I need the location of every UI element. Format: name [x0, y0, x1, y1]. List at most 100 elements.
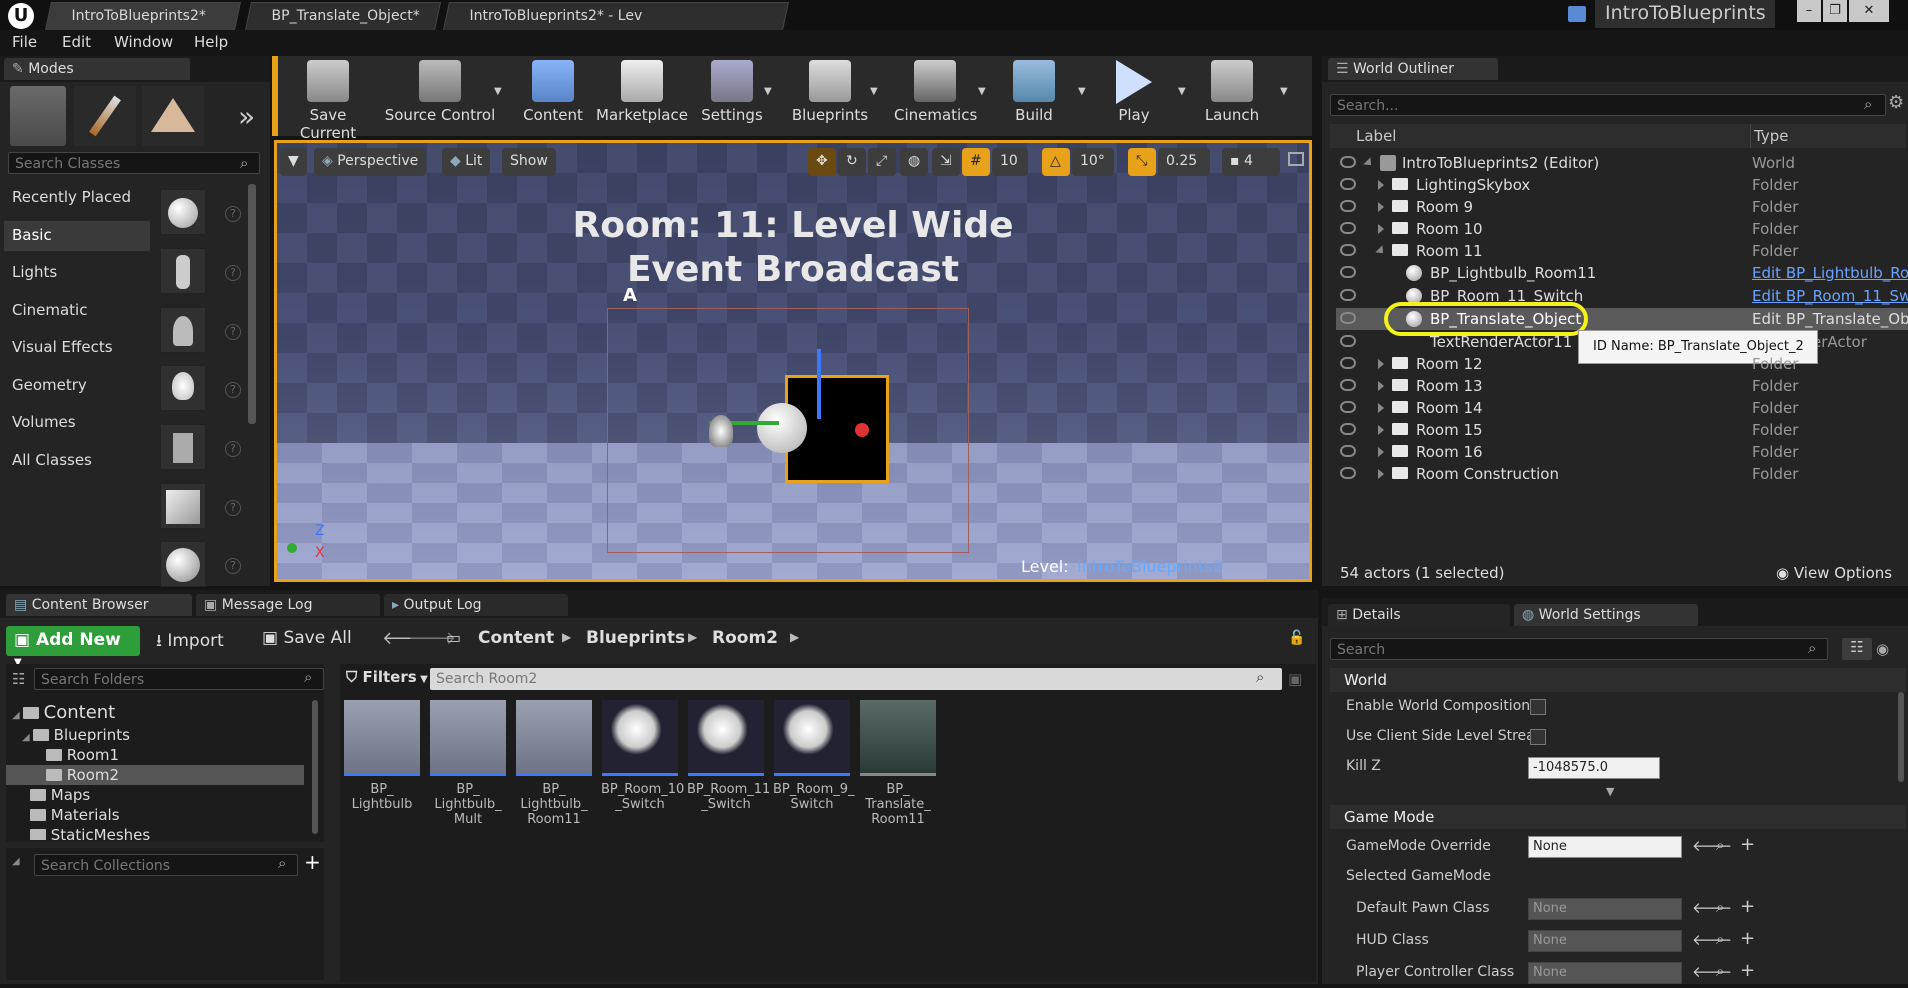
visibility-eye-icon[interactable]: [1340, 222, 1356, 234]
visibility-eye-icon[interactable]: [1340, 379, 1356, 391]
visibility-eye-icon[interactable]: [1340, 401, 1356, 413]
tab-modes[interactable]: ✎ Modes: [4, 58, 190, 80]
help-icon[interactable]: ?: [225, 558, 241, 574]
perspective-button[interactable]: ◈ Perspective: [314, 148, 427, 176]
details-scrollbar[interactable]: [1898, 692, 1904, 782]
category-geometry[interactable]: Geometry: [4, 371, 150, 401]
help-icon[interactable]: ?: [225, 441, 241, 457]
actor-thumb-pawn[interactable]: [160, 307, 206, 353]
scale-snap-value[interactable]: 0.25: [1158, 148, 1210, 176]
scale-mode-icon[interactable]: ⤢: [868, 148, 896, 176]
actor-thumb-point-light[interactable]: [160, 365, 206, 411]
modes-scrollbar[interactable]: [248, 184, 256, 424]
use-selected-arrow-icon[interactable]: 🡐: [1692, 836, 1732, 855]
menu-edit[interactable]: Edit: [62, 33, 91, 51]
property-matrix-icon[interactable]: ☷: [1842, 638, 1872, 660]
breadcrumb-separator-icon[interactable]: ▶: [562, 630, 571, 644]
add-icon[interactable]: +: [1740, 896, 1755, 917]
grid-snap-icon[interactable]: #: [962, 148, 990, 176]
visibility-eye-icon[interactable]: [1340, 178, 1356, 190]
save-current-button[interactable]: Save Current: [282, 60, 374, 142]
column-label[interactable]: Label: [1356, 127, 1396, 145]
use-client-side-checkbox[interactable]: [1530, 729, 1546, 745]
actor-sphere-icon[interactable]: [757, 403, 807, 453]
column-divider[interactable]: [1750, 124, 1751, 148]
maximize-icon[interactable]: ❐: [1823, 0, 1847, 22]
help-icon[interactable]: ?: [225, 206, 241, 222]
visibility-eye-icon[interactable]: [1340, 244, 1356, 256]
use-selected-arrow-icon[interactable]: 🡐: [1692, 898, 1732, 917]
actor-thumb-player-start[interactable]: [160, 424, 206, 470]
outliner-row[interactable]: Room 9 Folder: [1336, 196, 1908, 218]
browse-icon[interactable]: ⌕: [1716, 898, 1724, 916]
expand-arrow-icon[interactable]: [1378, 224, 1384, 234]
place-mode-icon[interactable]: [10, 86, 66, 146]
category-recently-placed[interactable]: Recently Placed: [4, 183, 150, 213]
collapse-arrow-icon[interactable]: ◢: [12, 856, 20, 867]
tree-staticmeshes[interactable]: StaticMeshes: [30, 826, 150, 840]
help-icon[interactable]: ?: [225, 324, 241, 340]
outliner-row[interactable]: Room 13 Folder: [1336, 375, 1908, 397]
gear-icon[interactable]: ⚙: [1888, 92, 1904, 113]
section-world[interactable]: World: [1330, 668, 1906, 692]
tab-details[interactable]: ⊞ Details: [1328, 604, 1510, 626]
tree-blueprints[interactable]: ◢ Blueprints: [22, 726, 130, 746]
search-classes-input[interactable]: Search Classes: [8, 152, 260, 174]
kill-z-input[interactable]: -1048575.0: [1528, 757, 1660, 779]
chevron-down-icon[interactable]: ▼: [494, 86, 502, 97]
world-space-icon[interactable]: ◍: [900, 148, 928, 176]
tab-level-blueprint[interactable]: IntroToBlueprints2* - Lev: [443, 2, 789, 30]
outliner-row[interactable]: Room 16 Folder: [1336, 441, 1908, 463]
edit-blueprint-link[interactable]: Edit BP_Translate_Ob: [1752, 310, 1908, 328]
translate-mode-icon[interactable]: ✥: [808, 148, 836, 176]
enable-world-composition-checkbox[interactable]: [1530, 699, 1546, 715]
content-button[interactable]: Content: [520, 60, 586, 130]
help-icon[interactable]: ?: [225, 500, 241, 516]
outliner-search-input[interactable]: Search...: [1330, 94, 1886, 116]
asset-bp-lightbulb-mult[interactable]: BP_ Lightbulb_ Mult: [429, 700, 507, 827]
category-volumes[interactable]: Volumes: [4, 408, 150, 438]
advanced-expand-icon[interactable]: ▼: [1606, 785, 1614, 798]
grid-snap-value[interactable]: 10: [992, 148, 1028, 176]
visibility-eye-icon[interactable]: [1340, 335, 1356, 347]
add-collection-icon[interactable]: +: [304, 850, 321, 874]
gizmo-z-axis[interactable]: [817, 349, 821, 419]
category-lights[interactable]: Lights: [4, 258, 150, 288]
asset-bp-room-9-switch[interactable]: BP_Room_9_ Switch: [773, 700, 855, 812]
actor-thumb-empty[interactable]: [160, 189, 206, 235]
tab-content-browser[interactable]: ▤ Content Browser: [6, 594, 192, 616]
tab-message-log[interactable]: ▣ Message Log: [196, 594, 380, 616]
details-search-input[interactable]: Search: [1330, 638, 1828, 660]
outliner-row[interactable]: BP_Lightbulb_Room11 Edit BP_Lightbulb_Roo: [1336, 262, 1908, 284]
browse-icon[interactable]: ⌕: [1716, 930, 1724, 948]
cinematics-button[interactable]: Cinematics: [894, 60, 977, 130]
asset-bp-translate-room11[interactable]: BP_ Translate_ Room11: [859, 700, 937, 827]
add-icon[interactable]: +: [1740, 928, 1755, 949]
help-icon[interactable]: ?: [225, 265, 241, 281]
actor-thumb-character[interactable]: [160, 248, 206, 294]
add-icon[interactable]: +: [1740, 960, 1755, 981]
view-options-button[interactable]: ◉ View Options: [1776, 564, 1892, 582]
add-new-button[interactable]: ▣ Add New ▼: [6, 626, 140, 668]
collapse-arrow-icon[interactable]: [1375, 245, 1387, 257]
outliner-row[interactable]: Room 11 Folder: [1336, 240, 1908, 262]
column-type[interactable]: Type: [1754, 127, 1788, 145]
visibility-eye-icon[interactable]: [1340, 467, 1356, 479]
tree-scrollbar[interactable]: [312, 700, 318, 834]
category-all-classes[interactable]: All Classes: [4, 446, 150, 476]
menu-file[interactable]: File: [12, 33, 37, 51]
tab-world-outliner[interactable]: ☰ World Outliner: [1328, 58, 1498, 80]
category-cinematic[interactable]: Cinematic: [4, 296, 150, 326]
chevron-down-icon[interactable]: ▼: [978, 86, 986, 97]
asset-bp-lightbulb-room11[interactable]: BP_ Lightbulb_ Room11: [515, 700, 593, 827]
breadcrumb-room2[interactable]: Room2: [712, 628, 778, 648]
visibility-eye-icon[interactable]: [1340, 266, 1356, 278]
search-collections-input[interactable]: Search Collections: [34, 854, 298, 876]
collapse-arrow-icon[interactable]: ◢: [22, 732, 33, 743]
outliner-row[interactable]: IntroToBlueprints2 (Editor) World: [1336, 152, 1908, 174]
unreal-logo-icon[interactable]: U: [8, 3, 34, 29]
expand-arrow-icon[interactable]: [1378, 447, 1384, 457]
rotation-snap-value[interactable]: 10°: [1072, 148, 1114, 176]
import-button[interactable]: ⭳ Import: [156, 628, 224, 657]
tree-room2[interactable]: Room2: [46, 766, 119, 786]
